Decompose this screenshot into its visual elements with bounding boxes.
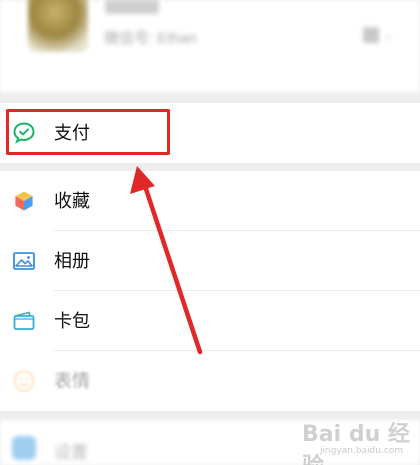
qr-code-icon[interactable] [363, 27, 379, 43]
baidu-watermark: Bai du 经验 jingyan.baidu.com [292, 408, 416, 465]
emoji-sticker-icon [12, 369, 36, 393]
settings-icon [12, 436, 36, 460]
menu-item-favorites-label: 收藏 [54, 191, 90, 211]
avatar[interactable] [28, 0, 88, 52]
menu-item-cards[interactable]: 卡包 [0, 291, 420, 351]
menu-item-album-label: 相册 [54, 251, 90, 271]
menu-item-favorites[interactable]: 收藏 [0, 171, 420, 231]
menu-item-stickers-label: 表情 [54, 371, 90, 391]
menu-group: 收藏 相册 卡包 表情 [0, 171, 420, 411]
menu-item-stickers[interactable]: 表情 [0, 351, 420, 411]
menu-item-album[interactable]: 相册 [0, 231, 420, 291]
annotation-highlight-box [6, 109, 170, 155]
card-wallet-icon [12, 309, 36, 333]
profile-header[interactable]: 微信号: Ethan › [0, 0, 420, 92]
profile-name [105, 0, 159, 14]
watermark-text: Bai du 经验 [302, 422, 410, 465]
favorites-cube-icon [12, 189, 36, 213]
profile-id: 微信号: Ethan [104, 30, 197, 47]
menu-item-settings-label: 设置 [54, 443, 88, 462]
album-picture-icon [12, 249, 36, 273]
menu-item-cards-label: 卡包 [54, 311, 90, 331]
chevron-right-icon: › [386, 28, 391, 44]
watermark-url: jingyan.baidu.com [320, 446, 404, 456]
